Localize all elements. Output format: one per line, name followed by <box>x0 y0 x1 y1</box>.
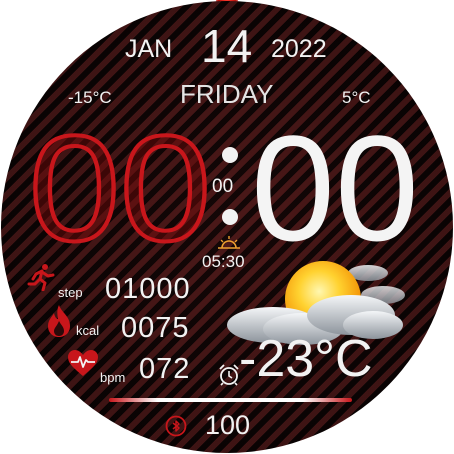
bluetooth-icon <box>165 415 187 437</box>
heart-rate-label: bpm <box>100 370 126 385</box>
steps-value: 01000 <box>105 273 191 305</box>
weather-current-temp: -23°C <box>239 330 373 388</box>
heart-icon <box>68 350 98 376</box>
calories-label: kcal <box>76 323 100 338</box>
runner-icon <box>27 264 55 291</box>
heart-rate-value: 072 <box>139 353 191 385</box>
battery-level: 100 <box>205 410 251 440</box>
flame-icon <box>48 305 70 337</box>
calories-value: 0075 <box>121 312 190 344</box>
sunrise-icon <box>218 236 240 249</box>
watch-face: JAN 14 2022 -15°C FRIDAY 5°C 00 00 00 05… <box>1 1 453 453</box>
divider-line <box>109 398 352 402</box>
steps-label: step <box>58 285 83 300</box>
alarm-clock-icon <box>219 364 239 386</box>
time-minutes-text: 00 <box>251 104 419 272</box>
